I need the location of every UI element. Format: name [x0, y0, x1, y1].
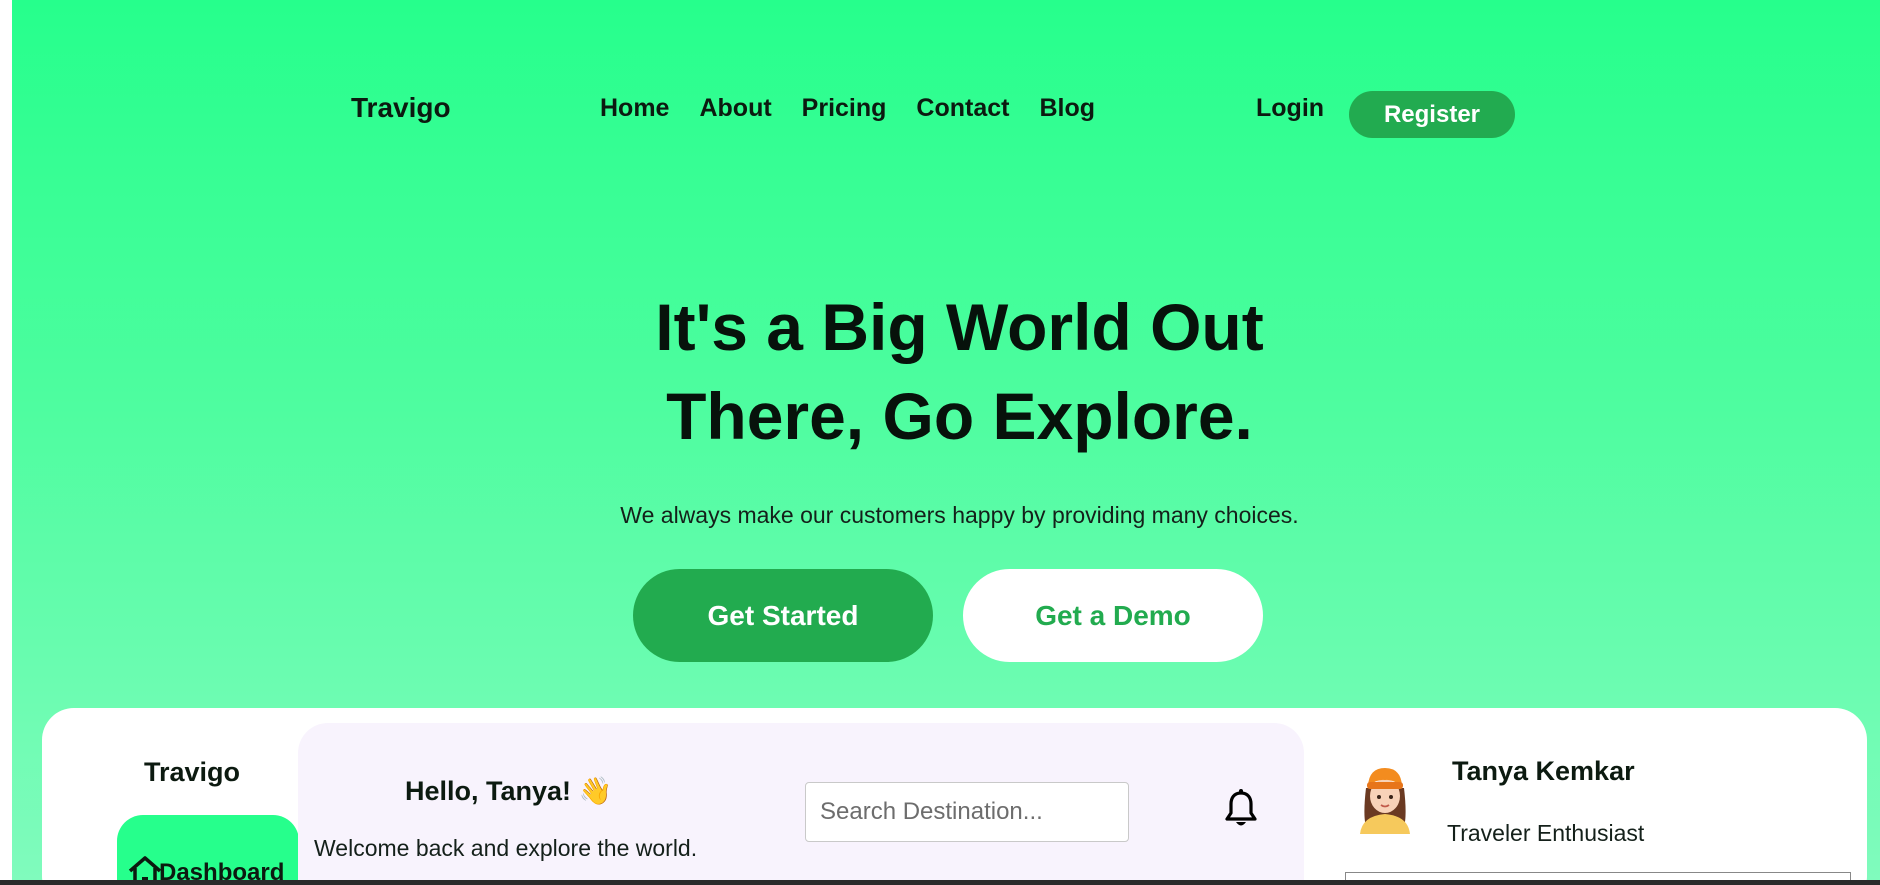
hero-subtitle: We always make our customers happy by pr… [620, 502, 1299, 528]
get-started-button[interactable]: Get Started [633, 569, 933, 662]
dashboard-brand: Travigo [144, 757, 241, 787]
home-icon [128, 856, 162, 880]
bell-icon[interactable] [1224, 789, 1258, 829]
search-destination-input[interactable] [805, 782, 1129, 842]
taskbar-edge [0, 880, 1880, 885]
hero-title-line1: It's a Big World Out [655, 290, 1264, 364]
main-nav: Home About Pricing Contact Blog [600, 94, 1125, 123]
hero-title: It's a Big World Out There, Go Explore. [552, 283, 1367, 461]
greeting-text: Hello, Tanya! [405, 776, 572, 806]
nav-link-about[interactable]: About [699, 94, 771, 123]
profile-name: Tanya Kemkar [1452, 756, 1635, 786]
sidebar-item-label: Dashboard [159, 859, 285, 880]
dashboard-main-panel: Hello, Tanya! 👋 Welcome back and explore… [298, 723, 1304, 880]
register-button[interactable]: Register [1349, 91, 1515, 138]
sidebar-item-dashboard[interactable]: Dashboard [117, 815, 299, 880]
landing-page: Travigo Home About Pricing Contact Blog … [12, 0, 1880, 880]
greeting: Hello, Tanya! 👋 [405, 775, 612, 807]
nav-link-blog[interactable]: Blog [1039, 94, 1095, 123]
hero-title-line2: There, Go Explore. [666, 379, 1253, 453]
nav-link-pricing[interactable]: Pricing [802, 94, 887, 123]
get-demo-button[interactable]: Get a Demo [963, 569, 1263, 662]
nav-link-home[interactable]: Home [600, 94, 669, 123]
profile-role: Traveler Enthusiast [1447, 820, 1645, 846]
welcome-text: Welcome back and explore the world. [314, 835, 698, 861]
brand-logo[interactable]: Travigo [351, 92, 451, 124]
profile-details-box [1345, 872, 1851, 880]
wave-emoji: 👋 [578, 776, 613, 806]
avatar[interactable] [1352, 762, 1418, 834]
page-edge [0, 0, 12, 880]
login-link[interactable]: Login [1256, 94, 1324, 123]
nav-link-contact[interactable]: Contact [916, 94, 1009, 123]
dashboard-preview-card: Travigo Dashboard Hello, Tanya! 👋 Welcom… [42, 708, 1867, 880]
